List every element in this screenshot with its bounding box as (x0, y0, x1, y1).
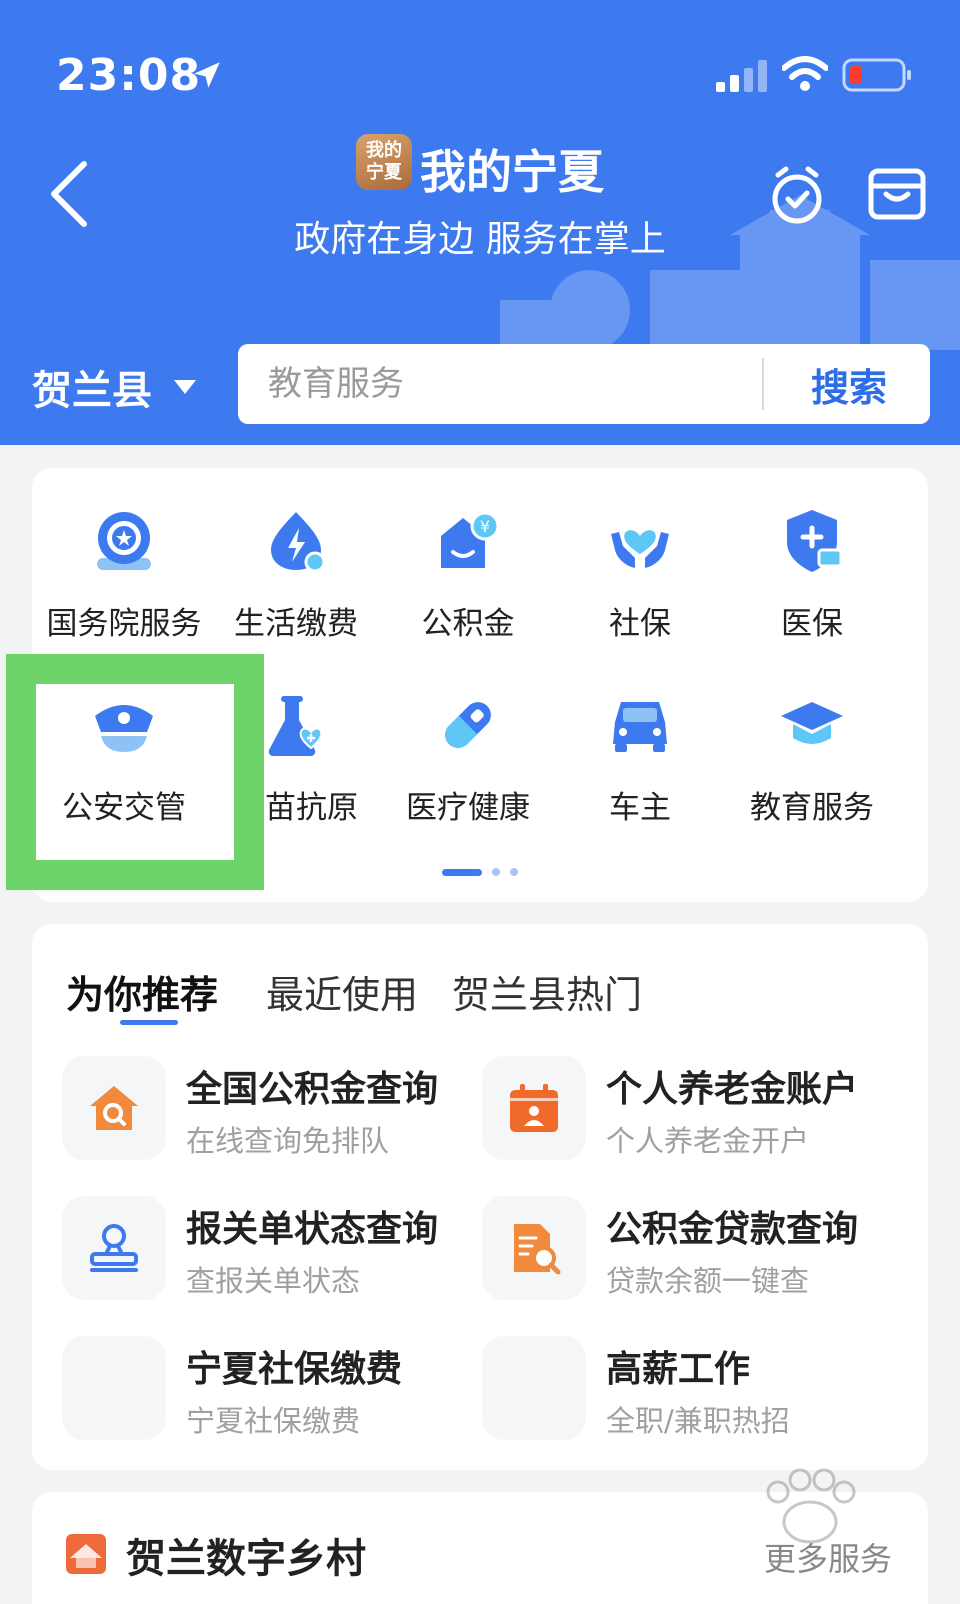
service-label: 国务院服务 (46, 606, 202, 642)
calendar-person-icon (510, 1084, 558, 1132)
service-label: 疫苗抗原 (234, 790, 358, 826)
rec-subtitle: 个人养老金开户 (606, 1124, 810, 1158)
village-logo-icon (66, 1534, 106, 1574)
page-dot (510, 868, 518, 876)
rec-title: 公积金贷款查询 (606, 1209, 859, 1250)
service-education[interactable]: 教育服务 (724, 690, 900, 827)
house-search-icon (90, 1086, 138, 1130)
search-divider (762, 358, 764, 410)
wifi-icon (782, 56, 828, 91)
utility-payment-icon (271, 512, 326, 573)
rec-item-social-insurance-pay[interactable]: 宁夏社保缴费 宁夏社保缴费 (62, 1336, 482, 1440)
service-label: 车主 (609, 790, 671, 826)
rec-icon-box (62, 1056, 166, 1160)
tab-recommend[interactable]: 为你推荐 (66, 964, 218, 1019)
rec-title: 个人养老金账户 (606, 1069, 859, 1110)
app-logo: 我的 宁夏 (356, 134, 412, 190)
service-state-council[interactable]: 国务院服务 (36, 506, 212, 643)
stopwatch-icon[interactable] (768, 165, 826, 225)
rec-icon-box (62, 1196, 166, 1300)
region-selector[interactable]: 贺兰县 (32, 358, 196, 416)
rec-title: 全国公积金查询 (186, 1069, 439, 1110)
rec-subtitle: 查报关单状态 (186, 1264, 361, 1298)
service-label: 教育服务 (750, 790, 874, 826)
service-social-security[interactable]: 社保 (552, 506, 728, 643)
service-label: 公积金 (421, 606, 515, 642)
search-input[interactable] (268, 344, 738, 424)
rec-icon-box (482, 1056, 586, 1160)
rec-subtitle: 贷款余额一键查 (606, 1264, 810, 1298)
service-housing-fund[interactable]: ¥ 公积金 (380, 506, 556, 643)
app-logo-text-bottom: 宁夏 (366, 162, 402, 183)
service-label: 生活缴费 (234, 606, 358, 642)
region-label: 贺兰县 (32, 368, 152, 414)
svg-text:¥: ¥ (480, 517, 490, 536)
service-label: 医疗健康 (406, 790, 530, 826)
service-label: 公安交管 (62, 790, 186, 826)
recommend-card: 为你推荐 最近使用 贺兰县热门 全国公积金查询 在线查询免排队 个人养老金账户 (32, 924, 928, 1470)
page-dot-active (442, 868, 482, 876)
search-bar: 搜索 (238, 344, 930, 424)
housing-fund-icon: ¥ (441, 511, 500, 568)
police-cap-icon (95, 705, 153, 752)
pill-icon (445, 702, 491, 748)
app-title: 我的宁夏 (420, 145, 604, 199)
page-indicator (442, 868, 518, 876)
stamp-icon (90, 1224, 138, 1272)
rec-subtitle: 宁夏社保缴费 (186, 1404, 361, 1438)
rec-item-housing-fund-query[interactable]: 全国公积金查询 在线查询免排队 (62, 1056, 482, 1160)
service-vaccine-antigen[interactable]: 疫苗抗原 (208, 690, 384, 827)
service-medical-health[interactable]: 医疗健康 (380, 690, 556, 827)
rec-icon-box (482, 1196, 586, 1300)
rec-subtitle: 在线查询免排队 (186, 1124, 390, 1158)
rec-title: 报关单状态查询 (186, 1209, 439, 1250)
rec-icon-box (482, 1336, 586, 1440)
document-search-icon (514, 1224, 561, 1275)
tab-recent[interactable]: 最近使用 (266, 964, 418, 1019)
search-button[interactable]: 搜索 (768, 344, 930, 424)
village-card: 贺兰数字乡村 更多服务 (32, 1492, 928, 1604)
location-arrow-icon (194, 62, 220, 88)
state-council-icon (97, 512, 151, 570)
tab-local-hot[interactable]: 贺兰县热门 (452, 964, 642, 1019)
caret-down-icon (174, 380, 196, 394)
service-utility-payment[interactable]: 生活缴费 (208, 506, 384, 643)
rec-subtitle: 全职/兼职热招 (606, 1404, 790, 1438)
more-services-link[interactable]: 更多服务 (764, 1534, 892, 1580)
app-header: 23:08 我的 宁夏 我的宁夏 政府在身边 服务在掌上 贺兰县 教育服务 搜索 (0, 0, 960, 445)
village-title: 贺兰数字乡村 (126, 1536, 366, 1582)
service-car-owner[interactable]: 车主 (552, 690, 728, 827)
page-dot (492, 868, 500, 876)
car-icon (613, 702, 667, 752)
graduation-cap-icon (781, 702, 843, 744)
rec-item-customs-status[interactable]: 报关单状态查询 查报关单状态 (62, 1196, 482, 1300)
social-security-icon (611, 530, 669, 568)
cellular-signal-icon (716, 60, 767, 92)
rec-item-pension-account[interactable]: 个人养老金账户 个人养老金开户 (482, 1056, 902, 1160)
rec-item-loan-query[interactable]: 公积金贷款查询 贷款余额一键查 (482, 1196, 902, 1300)
battery-icon (842, 58, 911, 92)
service-medical-insurance[interactable]: 医保 (724, 506, 900, 643)
rec-title: 宁夏社保缴费 (186, 1349, 403, 1390)
rec-item-high-salary-jobs[interactable]: 高薪工作 全职/兼职热招 (482, 1336, 902, 1440)
wallet-icon[interactable] (868, 168, 926, 220)
service-label: 社保 (609, 606, 671, 642)
rec-icon-box (62, 1336, 166, 1440)
service-police-traffic[interactable]: 公安交管 (36, 690, 212, 827)
medical-insurance-icon (787, 510, 843, 572)
service-label: 医保 (781, 606, 843, 642)
app-logo-text-top: 我的 (366, 140, 402, 161)
status-time: 23:08 (56, 50, 202, 101)
tab-underline (120, 1020, 178, 1025)
vaccine-flask-icon (268, 696, 323, 756)
rec-title: 高薪工作 (606, 1349, 751, 1390)
